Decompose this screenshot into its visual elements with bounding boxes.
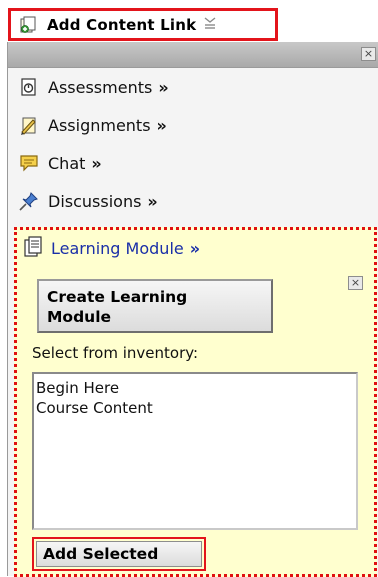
pushpin-icon	[18, 190, 40, 212]
menu-item-label: Chat	[48, 153, 86, 173]
panel-close-button[interactable]: ×	[361, 47, 376, 61]
add-content-link-header[interactable]: Add Content Link	[8, 8, 278, 41]
assignment-icon	[18, 114, 40, 136]
add-selected-label: Add Selected	[36, 541, 202, 567]
menu-item-label: Assignments	[48, 115, 151, 135]
inventory-listbox[interactable]: Begin Here Course Content	[32, 372, 358, 530]
assessment-icon	[18, 76, 40, 98]
menu-item-label: Discussions	[48, 191, 142, 211]
content-link-panel: × Assessments » Assignments » Chat » Dis…	[7, 42, 378, 577]
menu-item-discussions[interactable]: Discussions »	[8, 182, 378, 220]
add-selected-button[interactable]: Add Selected	[32, 537, 206, 571]
collapse-arrow-icon[interactable]	[204, 17, 216, 32]
menu-item-assessments[interactable]: Assessments »	[8, 68, 378, 106]
add-link-icon	[19, 16, 37, 34]
list-item[interactable]: Begin Here	[36, 378, 354, 398]
panel-title-bar: ×	[8, 42, 378, 68]
learning-module-link[interactable]: Learning Module »	[17, 230, 374, 266]
learning-module-close-button[interactable]: ×	[348, 276, 363, 290]
inventory-label: Select from inventory:	[32, 344, 199, 362]
chevron-icon: »	[147, 191, 158, 211]
menu-item-chat[interactable]: Chat »	[8, 144, 378, 182]
header-title: Add Content Link	[47, 15, 197, 34]
create-learning-module-button[interactable]: Create Learning Module	[37, 279, 273, 333]
chevron-icon: »	[189, 238, 201, 258]
chat-icon	[18, 152, 40, 174]
menu-item-label: Assessments	[48, 77, 153, 97]
learning-module-title: Learning Module	[51, 238, 184, 258]
list-item[interactable]: Course Content	[36, 398, 354, 418]
chevron-icon: »	[158, 77, 169, 97]
menu-item-assignments[interactable]: Assignments »	[8, 106, 378, 144]
learning-module-section: Learning Module » × Create Learning Modu…	[14, 227, 377, 577]
chevron-icon: »	[156, 115, 167, 135]
chevron-icon: »	[91, 153, 102, 173]
document-icon	[23, 236, 45, 260]
